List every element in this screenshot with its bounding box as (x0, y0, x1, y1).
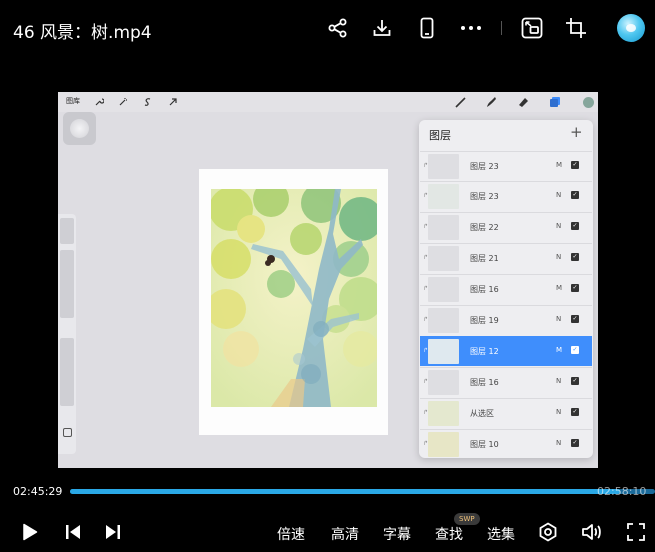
layer-thumbnail (428, 308, 459, 333)
selection-icon (141, 95, 155, 109)
layer-row: ↱ 图层 16 N ✓ (420, 367, 592, 397)
layer-blend-mode: N (556, 439, 562, 447)
fullscreen-icon[interactable] (624, 520, 648, 544)
layers-panel: 图层 + ↱ 图层 23 M ✓ ↱ 图层 23 N ✓ ↱ 图层 22 N ✓… (419, 120, 593, 458)
layer-thumbnail (428, 401, 459, 426)
opacity-slider (60, 338, 74, 406)
layer-thumbnail (428, 339, 459, 364)
download-icon[interactable] (370, 16, 394, 40)
layer-blend-mode: M (556, 346, 563, 354)
brush-size-slider-track (60, 250, 74, 318)
layer-thumbnail (428, 215, 459, 240)
danmaku-eye-icon[interactable] (536, 520, 560, 544)
phone-icon[interactable] (415, 16, 439, 40)
procreate-sidebar: ↶ ↷ (58, 214, 76, 454)
brush-icon (454, 95, 468, 109)
layer-visibility-checkbox: ✓ (571, 253, 579, 261)
transform-arrow-icon (166, 95, 180, 109)
layer-visibility-checkbox: ✓ (571, 191, 579, 199)
brush-size-slider (60, 218, 74, 244)
layers-icon (548, 95, 562, 109)
progress-fill (70, 489, 620, 494)
gallery-button: 图库 (66, 97, 80, 105)
layer-visibility-checkbox: ✓ (571, 346, 579, 354)
layer-visibility-checkbox: ✓ (571, 315, 579, 323)
layers-panel-title: 图层 (429, 129, 451, 142)
procreate-toolbar: 图库 (58, 92, 598, 112)
crop-icon[interactable] (564, 16, 588, 40)
adjustments-wand-icon (116, 95, 130, 109)
layer-name: 图层 19 (470, 316, 499, 325)
total-time: 02:58:10 (597, 485, 647, 498)
layer-visibility-checkbox: ✓ (571, 161, 579, 169)
layer-row: ↱ 图层 23 N ✓ (420, 181, 592, 211)
layer-row: ↱ 图层 21 N ✓ (420, 243, 592, 273)
layer-name: 图层 21 (470, 254, 499, 263)
layer-row: ↱ 从选区 N ✓ (420, 398, 592, 428)
add-layer-icon: + (570, 123, 583, 141)
eraser-icon (516, 95, 530, 109)
layer-thumbnail (428, 154, 459, 179)
color-swatch (583, 97, 594, 108)
layer-row: ↱ 图层 10 N ✓ (420, 429, 592, 458)
toolbar-divider (501, 21, 502, 35)
avatar[interactable] (617, 14, 645, 42)
layer-thumbnail (428, 246, 459, 271)
video-title: 46 风景：树.mp4 (13, 23, 152, 43)
layer-thumbnail (428, 370, 459, 395)
layer-name: 图层 10 (470, 440, 499, 449)
layer-visibility-checkbox: ✓ (571, 222, 579, 230)
screen-cast-icon[interactable] (520, 16, 544, 40)
layer-name: 图层 12 (470, 347, 499, 356)
layer-visibility-checkbox: ✓ (571, 439, 579, 447)
layer-row: ↱ 图层 22 N ✓ (420, 212, 592, 242)
layer-blend-mode: N (556, 253, 562, 261)
layer-row: ↱ 图层 23 M ✓ (420, 151, 592, 181)
speed-button[interactable]: 倍速 (277, 524, 305, 544)
modify-button (63, 428, 72, 437)
layer-visibility-checkbox: ✓ (571, 284, 579, 292)
layer-blend-mode: M (556, 284, 563, 292)
layer-visibility-checkbox: ✓ (571, 408, 579, 416)
layer-thumbnail (428, 277, 459, 302)
current-time: 02:45:29 (13, 485, 63, 498)
layer-blend-mode: N (556, 222, 562, 230)
next-icon[interactable] (101, 520, 125, 544)
play-button[interactable] (18, 520, 42, 544)
more-icon[interactable] (459, 16, 483, 40)
progress-bar[interactable] (70, 489, 655, 494)
layer-visibility-checkbox: ✓ (571, 377, 579, 385)
volume-icon[interactable] (580, 520, 604, 544)
layer-row-selected: ↱ 图层 12 M ✓ (420, 336, 592, 366)
video-frame[interactable]: 图库 ↶ ↷ (58, 92, 598, 468)
previous-icon[interactable] (61, 520, 85, 544)
top-bar: 46 风景：树.mp4 (0, 0, 655, 60)
layer-blend-mode: N (556, 315, 562, 323)
layer-row: ↱ 图层 19 N ✓ (420, 305, 592, 335)
layer-blend-mode: N (556, 377, 562, 385)
layer-row: ↱ 图层 16 M ✓ (420, 274, 592, 304)
layer-thumbnail (428, 432, 459, 457)
drawing-canvas (199, 169, 388, 435)
subtitle-button[interactable]: 字幕 (383, 524, 411, 544)
share-icon[interactable] (326, 16, 350, 40)
wrench-icon (92, 95, 106, 109)
layer-name: 图层 23 (470, 192, 499, 201)
layer-name: 图层 22 (470, 223, 499, 232)
find-button[interactable]: 查找 (435, 524, 463, 544)
layer-blend-mode: N (556, 191, 562, 199)
episodes-button[interactable]: 选集 (487, 524, 515, 544)
tree-watercolor-painting (211, 189, 377, 407)
layer-blend-mode: M (556, 161, 563, 169)
brush-size-preview (63, 112, 96, 145)
layer-name: 从选区 (470, 409, 494, 418)
layer-blend-mode: N (556, 408, 562, 416)
layer-name: 图层 16 (470, 378, 499, 387)
smudge-icon (484, 95, 498, 109)
layer-name: 图层 23 (470, 162, 499, 171)
quality-button[interactable]: 高清 (331, 524, 359, 544)
layer-thumbnail (428, 184, 459, 209)
layer-name: 图层 16 (470, 285, 499, 294)
